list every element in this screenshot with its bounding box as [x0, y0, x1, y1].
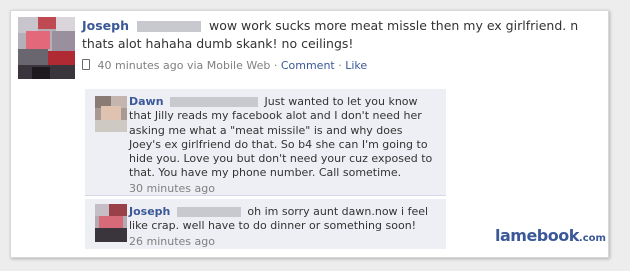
meta-separator: · — [338, 59, 342, 72]
comment-timestamp[interactable]: 26 minutes ago — [129, 235, 437, 249]
comment-author-name[interactable]: Dawn — [129, 95, 164, 108]
redacted-surname — [170, 97, 259, 107]
redacted-surname — [176, 207, 241, 217]
comment-timestamp[interactable]: 30 minutes ago — [129, 182, 437, 196]
comment-text: Just wanted to let you know that Jilly r… — [129, 95, 433, 180]
meta-separator: · — [273, 59, 278, 72]
redacted-surname — [137, 21, 201, 32]
post-timestamp[interactable]: 40 minutes ago via Mobile Web — [98, 59, 271, 72]
comment-link[interactable]: Comment — [281, 59, 335, 72]
comment-author-avatar[interactable] — [95, 204, 127, 242]
comment-body: Joseph oh im sorry aunt dawn.now i feel … — [129, 205, 437, 249]
watermark-brand: lamebook — [495, 226, 579, 245]
wall-post-card: Joseph wow work sucks more meat missle t… — [10, 10, 609, 258]
comment-author-name[interactable]: Joseph — [129, 205, 170, 218]
comment-item: Joseph oh im sorry aunt dawn.now i feel … — [85, 199, 446, 249]
comment-text: oh im sorry aunt dawn.now i feel like cr… — [129, 205, 429, 233]
like-link[interactable]: Like — [345, 59, 367, 72]
comment-author-avatar[interactable] — [95, 96, 127, 132]
watermark-tld: .com — [578, 233, 606, 244]
post-text: Joseph wow work sucks more meat missle t… — [82, 17, 602, 53]
post-author-name[interactable]: Joseph — [82, 18, 129, 33]
post-author-avatar[interactable] — [18, 17, 75, 79]
post-meta: 40 minutes ago via Mobile Web · Comment … — [82, 59, 367, 72]
comment-body: Dawn Just wanted to let you know that Ji… — [129, 95, 437, 196]
comment-item: Dawn Just wanted to let you know that Ji… — [85, 89, 446, 196]
mobile-phone-icon — [82, 59, 90, 70]
lamebook-watermark: lamebook.com — [495, 226, 606, 245]
